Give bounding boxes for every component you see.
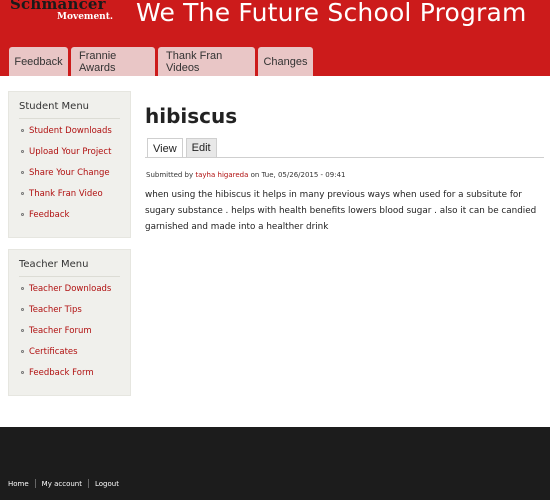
tabs-divider: [145, 157, 544, 158]
teacher-menu-item-feedback-form[interactable]: Feedback Form: [21, 367, 111, 388]
footer-link-my-account[interactable]: My account: [42, 480, 82, 488]
student-menu-item-thank-fran-video[interactable]: Thank Fran Video: [21, 188, 112, 209]
divider: [34, 479, 36, 488]
logo-subtext: Movement.: [57, 12, 114, 22]
menu-item-label: Student Downloads: [29, 126, 112, 136]
bullet-icon: [21, 150, 24, 153]
teacher-menu-item-tips[interactable]: Teacher Tips: [21, 304, 111, 325]
submitted-date: on Tue, 05/26/2015 - 09:41: [250, 171, 346, 179]
teacher-menu-block: Teacher Menu Teacher Downloads Teacher T…: [8, 249, 131, 396]
bullet-icon: [21, 129, 24, 132]
bullet-icon: [21, 213, 24, 216]
menu-item-label: Feedback: [29, 210, 70, 220]
page-title: hibiscus: [145, 104, 238, 128]
nav-tab-frannie-awards[interactable]: Frannie Awards: [71, 47, 155, 76]
nav-tab-changes[interactable]: Changes: [258, 47, 313, 76]
author-link[interactable]: tayha higareda: [195, 171, 248, 179]
teacher-menu-item-forum[interactable]: Teacher Forum: [21, 325, 111, 346]
submitted-prefix: Submitted by: [146, 171, 194, 179]
site-footer: Home My account Logout: [0, 427, 550, 500]
site-title[interactable]: We The Future School Program: [136, 0, 527, 27]
footer-menu: Home My account Logout: [8, 479, 119, 488]
bullet-icon: [21, 308, 24, 311]
divider: [87, 479, 89, 488]
teacher-menu-title: Teacher Menu: [19, 259, 89, 270]
bullet-icon: [21, 287, 24, 290]
menu-item-label: Teacher Downloads: [29, 284, 112, 294]
divider: [19, 276, 120, 277]
tab-edit[interactable]: Edit: [185, 138, 217, 157]
menu-item-label: Teacher Forum: [29, 326, 92, 336]
menu-item-label: Teacher Tips: [29, 305, 82, 315]
student-menu-block: Student Menu Student Downloads Upload Yo…: [8, 91, 131, 238]
student-menu-item-share-change[interactable]: Share Your Change: [21, 167, 112, 188]
site-header: Schmancer Movement. We The Future School…: [0, 0, 550, 76]
bullet-icon: [21, 350, 24, 353]
bullet-icon: [21, 329, 24, 332]
submitted-info: Submitted by tayha higareda on Tue, 05/2…: [146, 171, 345, 179]
teacher-menu-item-downloads[interactable]: Teacher Downloads: [21, 283, 111, 304]
student-menu-item-downloads[interactable]: Student Downloads: [21, 125, 112, 146]
primary-nav: Feedback Frannie Awards Thank Fran Video…: [9, 47, 313, 76]
footer-link-logout[interactable]: Logout: [95, 480, 119, 488]
student-menu-item-feedback[interactable]: Feedback: [21, 209, 112, 230]
footer-link-home[interactable]: Home: [8, 480, 29, 488]
bullet-icon: [21, 192, 24, 195]
bullet-icon: [21, 371, 24, 374]
tab-view[interactable]: View: [147, 138, 183, 158]
menu-item-label: Feedback Form: [29, 368, 94, 378]
node-body: when using the hibiscus it helps in many…: [145, 190, 537, 232]
nav-tab-thank-fran-videos[interactable]: Thank Fran Videos: [158, 47, 255, 76]
divider: [19, 118, 120, 119]
menu-item-label: Share Your Change: [29, 168, 110, 178]
local-tabs: View Edit: [147, 138, 217, 158]
teacher-menu-item-certificates[interactable]: Certificates: [21, 346, 111, 367]
student-menu-item-upload-project[interactable]: Upload Your Project: [21, 146, 112, 167]
menu-item-label: Thank Fran Video: [29, 189, 103, 199]
student-menu-list: Student Downloads Upload Your Project Sh…: [21, 125, 112, 230]
nav-tab-feedback[interactable]: Feedback: [9, 47, 68, 76]
menu-item-label: Certificates: [29, 347, 78, 357]
teacher-menu-list: Teacher Downloads Teacher Tips Teacher F…: [21, 283, 111, 388]
bullet-icon: [21, 171, 24, 174]
student-menu-title: Student Menu: [19, 101, 89, 112]
menu-item-label: Upload Your Project: [29, 147, 112, 157]
